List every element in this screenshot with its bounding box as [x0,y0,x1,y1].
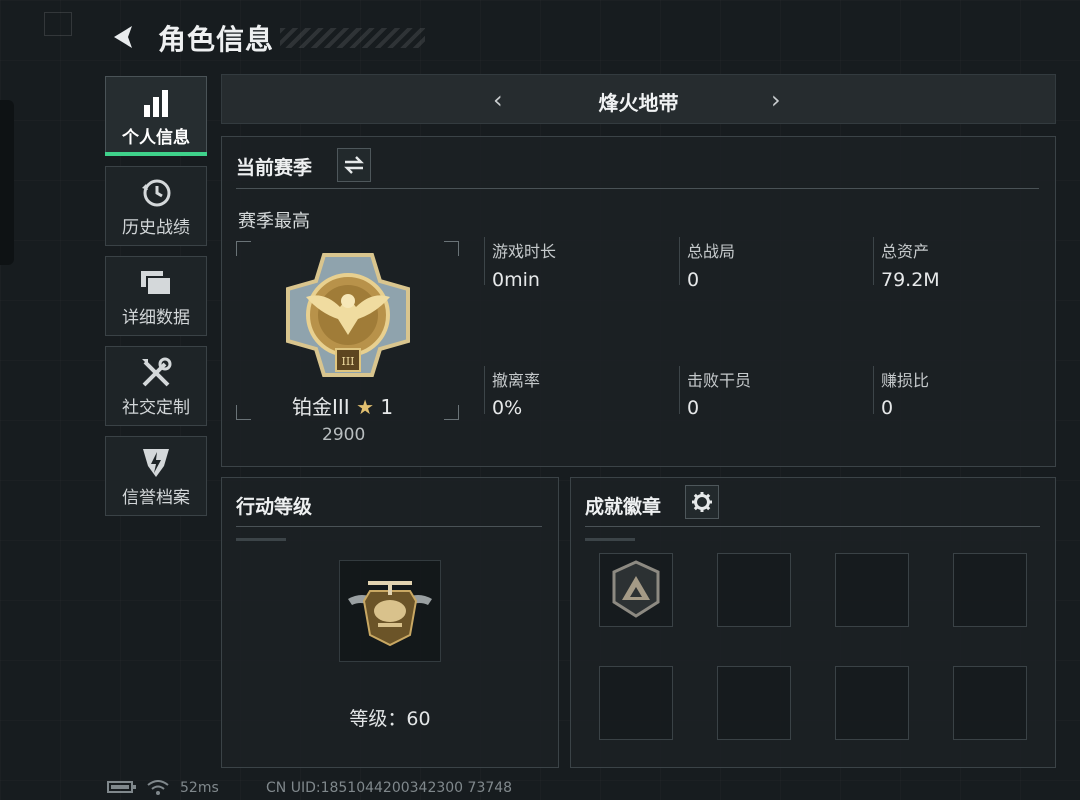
badge-slot[interactable] [953,553,1027,627]
stat-divider [679,237,680,285]
level-emblem-frame [339,560,441,662]
helicopter-emblem-icon [348,581,432,647]
battery-icon [107,780,137,798]
next-mode-chevron-icon[interactable]: › [771,88,781,112]
stat-label-total-assets: 总资产 [881,242,930,261]
frame-corner [444,405,459,420]
achievements-panel: 成就徽章 [570,477,1056,768]
rank-points: 2900 [322,425,366,445]
badge-slot[interactable] [835,666,909,740]
divider [236,526,542,527]
rank-name: 铂金III [292,395,350,419]
action-level-panel: 行动等级 等级：60 [221,477,559,768]
history-clock-icon [139,175,173,211]
stat-value-extraction-rate: 0% [492,397,523,419]
back-button[interactable] [106,20,140,54]
badge-slot[interactable] [953,666,1027,740]
star-count: 1 [380,395,394,419]
stat-label-operators-defeated: 击败干员 [687,371,752,390]
stat-label-extraction-rate: 撤离率 [492,371,541,390]
divider [585,526,1040,527]
frame-corner [236,241,251,256]
bar-chart-icon [140,85,172,121]
star-icon: ★ [356,395,374,419]
frame-corner [236,405,251,420]
stat-divider [484,237,485,285]
divider [236,188,1039,189]
left-edge-decoration [0,100,14,265]
sidebar-item-detailed-data[interactable]: 详细数据 [105,256,207,336]
rank-medal-icon: III [286,253,410,377]
stat-value-total-assets: 79.2M [881,269,940,291]
mode-selector: ‹ 烽火地带 › [221,74,1056,124]
switch-season-button[interactable] [337,148,371,182]
tools-icon [139,355,173,391]
stat-value-total-matches: 0 [687,269,700,291]
page-title: 角色信息 [158,23,275,56]
stat-divider [873,237,874,285]
achievements-title: 成就徽章 [585,496,662,518]
stat-label-total-matches: 总战局 [687,242,736,261]
badge-slot[interactable] [599,553,673,627]
stat-value-operators-defeated: 0 [687,397,700,419]
sidebar-item-label: 详细数据 [122,307,190,328]
mode-label: 烽火地带 [598,91,679,115]
stat-divider [679,366,680,414]
season-best-label: 赛季最高 [238,211,310,232]
gear-icon [692,492,712,512]
achievement-badge-icon [612,560,660,618]
badge-slot[interactable] [717,666,791,740]
uid-text: CN UID:1851044200342300 73748 [266,780,513,796]
sidebar-item-label: 信誉档案 [122,487,190,508]
stat-value-profit-ratio: 0 [881,397,894,419]
season-panel: 当前赛季 赛季最高 III 铂金III ★ 1 2900 游戏时长 0min 总… [221,136,1056,467]
stat-divider [484,366,485,414]
sidebar-item-label: 历史战绩 [122,217,190,238]
svg-text:III: III [341,355,354,368]
swap-arrows-icon [344,156,364,174]
stat-value-playtime: 0min [492,269,540,291]
season-panel-title: 当前赛季 [236,157,313,179]
sidebar-item-social-customize[interactable]: 社交定制 [105,346,207,426]
sidebar-item-personal-info[interactable]: 个人信息 [105,76,207,156]
sidebar-item-history[interactable]: 历史战绩 [105,166,207,246]
badge-slot[interactable] [599,666,673,740]
sidebar-item-label: 个人信息 [122,127,190,148]
achievement-settings-button[interactable] [685,485,719,519]
folders-icon [138,265,174,301]
stat-label-playtime: 游戏时长 [492,242,557,261]
sidebar-item-label: 社交定制 [122,397,190,418]
rank-name-row: 铂金III ★ 1 [292,391,393,420]
frame-corner [444,241,459,256]
divider-accent [236,538,286,541]
stat-label-profit-ratio: 赚损比 [881,371,930,390]
ping-value: 52ms [180,780,219,796]
action-level-text: 等级：60 [349,708,431,730]
divider-accent [585,538,635,541]
corner-decoration [44,12,72,36]
sidebar-item-credit-record[interactable]: 信誉档案 [105,436,207,516]
badge-slot[interactable] [717,553,791,627]
action-level-title: 行动等级 [236,496,313,518]
badge-slot[interactable] [835,553,909,627]
shield-bolt-icon [140,445,172,481]
title-decoration [280,28,425,48]
wifi-icon [147,780,169,800]
stat-divider [873,366,874,414]
back-arrow-icon [114,26,132,48]
